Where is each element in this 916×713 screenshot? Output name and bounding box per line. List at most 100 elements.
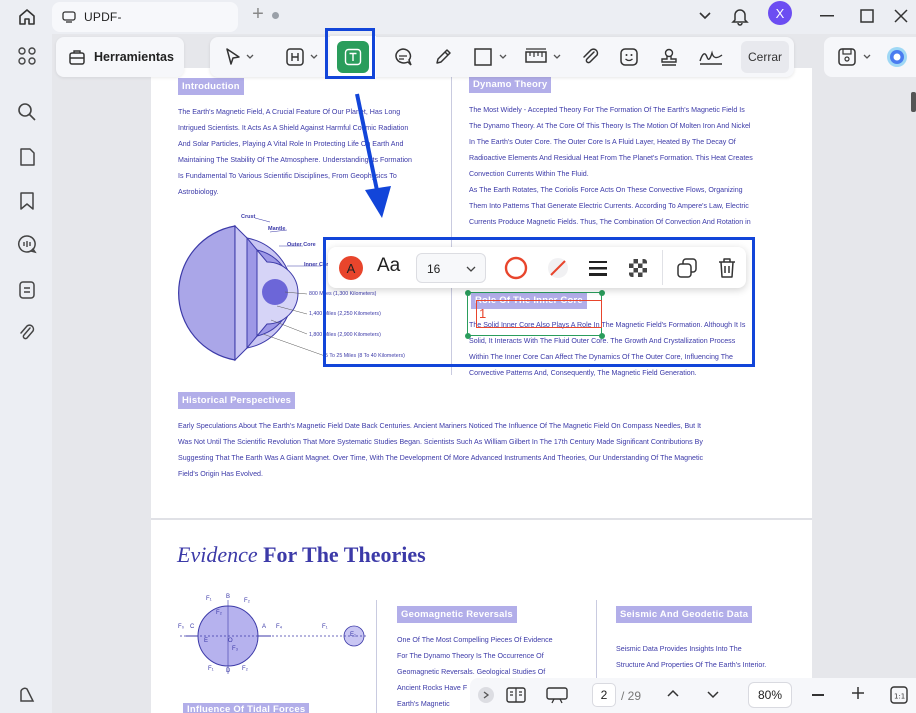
ruler-icon xyxy=(525,48,561,63)
chevron-up-icon xyxy=(667,689,679,697)
next-page-button[interactable] xyxy=(706,690,720,700)
document-tab[interactable]: UPDF- xyxy=(52,2,279,32)
presentation-icon xyxy=(546,687,568,704)
force-label: F₂ xyxy=(242,666,248,672)
bell-icon[interactable] xyxy=(725,2,755,30)
text-line: Was Not Until The Scientific Revolution … xyxy=(178,438,703,446)
comment-tool-button[interactable] xyxy=(388,43,418,71)
ai-assistant-button[interactable] xyxy=(882,43,912,71)
attachment-list-icon[interactable] xyxy=(14,277,40,303)
previous-page-button[interactable] xyxy=(666,688,680,698)
chevron-down-icon[interactable] xyxy=(690,2,720,30)
tidal-forces-heading: Influence Of Tidal Forces xyxy=(183,703,310,713)
force-label: F₂ xyxy=(216,610,222,616)
stamp-icon xyxy=(661,48,677,66)
text-line: The Dynamo Theory. At The Core Of This T… xyxy=(469,122,751,130)
current-page-input[interactable]: 2 xyxy=(592,683,616,707)
pages-icon[interactable] xyxy=(14,144,40,170)
dynamo-theory-heading: Dynamo Theory xyxy=(469,76,552,93)
text-line: Suggesting That The Earth Was A Giant Ma… xyxy=(178,454,704,462)
text-line: Astrobiology. xyxy=(178,188,219,196)
force-label: F₁ xyxy=(208,666,214,672)
force-label: O xyxy=(228,638,233,644)
fit-icon: 1:1 xyxy=(890,686,908,704)
document-tab-icon xyxy=(62,11,76,23)
fit-page-button[interactable]: 1:1 xyxy=(890,686,908,704)
force-diagram: F₁ B F₂ F₂ C F₀ E A F₄ O F₃ F₁ D F₂ F₁ E… xyxy=(176,594,376,680)
svg-text:1:1: 1:1 xyxy=(894,693,905,701)
comment-icon xyxy=(395,48,412,66)
annotation-toolbar: Cerrar xyxy=(210,36,794,78)
comments-icon[interactable] xyxy=(14,231,40,257)
new-tab-button[interactable]: + xyxy=(248,4,268,24)
toolbar-highlight-box xyxy=(323,237,755,367)
rectangle-icon xyxy=(474,48,507,66)
zoom-out-button[interactable] xyxy=(812,694,824,696)
force-label: C xyxy=(190,624,195,630)
text-line: For The Dynamo Theory Is The Occurrence … xyxy=(397,652,544,660)
sticker-icon xyxy=(620,48,638,66)
minimize-button[interactable] xyxy=(812,2,842,30)
home-icon[interactable] xyxy=(10,3,44,31)
evidence-title-bold: For The Theories xyxy=(263,542,426,567)
document-tab-title: UPDF- xyxy=(84,10,122,24)
close-toolbar-button[interactable]: Cerrar xyxy=(741,41,789,73)
geomagnetic-heading: Geomagnetic Reversals xyxy=(397,606,517,623)
reading-mode-button[interactable] xyxy=(506,686,526,704)
measure-tool-button[interactable] xyxy=(522,43,566,71)
mantle-label: Mantle xyxy=(268,226,286,232)
left-sidebar xyxy=(0,34,52,713)
text-line: One Of The Most Compelling Pieces Of Evi… xyxy=(397,636,553,644)
bookmark-icon[interactable] xyxy=(14,188,40,214)
tools-button[interactable]: Herramientas xyxy=(56,37,184,77)
sticker-tool-button[interactable] xyxy=(614,43,644,71)
text-line: Is Fundamental To Various Scientific Dis… xyxy=(178,172,397,180)
paperclip-icon[interactable] xyxy=(14,320,40,346)
column-divider xyxy=(376,600,377,713)
zoom-level[interactable]: 80% xyxy=(748,682,792,708)
historical-text: Early Speculations About The Earth's Mag… xyxy=(178,418,798,482)
page-separator xyxy=(151,518,812,520)
stamp-tool-button[interactable] xyxy=(654,43,684,71)
outer-core-label: Outer Core xyxy=(287,242,316,248)
highlight-tool-button[interactable] xyxy=(282,43,326,71)
text-line: As The Earth Rotates, The Coriolis Force… xyxy=(469,186,743,194)
presentation-button[interactable] xyxy=(546,686,568,704)
text-line: Structure And Properties Of The Earth's … xyxy=(616,661,767,669)
save-icon xyxy=(838,48,871,66)
zoom-in-button[interactable] xyxy=(851,686,865,700)
ai-assistant-icon xyxy=(887,47,907,67)
introduction-heading: Introduction xyxy=(178,78,244,95)
text-line: Radioactive Elements And Residual Heat F… xyxy=(469,154,753,162)
force-label: F₂ xyxy=(244,598,250,604)
search-icon[interactable] xyxy=(14,99,40,125)
select-tool-button[interactable] xyxy=(220,43,260,71)
text-line: Them Into Patterns That Generate Electri… xyxy=(469,202,749,210)
text-line: Convection Currents Within The Fluid. xyxy=(469,170,589,178)
text-line: Maintaining The Stability Of The Atmosph… xyxy=(178,156,412,164)
maximize-button[interactable] xyxy=(852,2,882,30)
evidence-title: Evidence For The Theories xyxy=(177,542,426,568)
vertical-scrollbar[interactable] xyxy=(911,92,916,112)
force-label: D xyxy=(226,668,231,674)
attach-tool-button[interactable] xyxy=(576,43,606,71)
force-label: F₃ xyxy=(232,646,239,652)
chevron-down-icon xyxy=(707,691,719,699)
save-button[interactable] xyxy=(834,43,878,71)
force-label: F₁ xyxy=(322,624,328,630)
layers-icon[interactable] xyxy=(14,682,40,708)
force-label: E xyxy=(204,638,209,644)
signature-icon xyxy=(699,50,723,65)
crust-label: Crust xyxy=(241,214,256,220)
shape-tool-button[interactable] xyxy=(470,43,514,71)
apps-icon[interactable] xyxy=(14,43,40,69)
force-label: A xyxy=(262,624,267,630)
signature-tool-button[interactable] xyxy=(694,43,728,71)
book-icon xyxy=(506,687,526,703)
avatar[interactable]: X xyxy=(768,1,792,25)
text-line: The Earth's Magnetic Field, A Crucial Fe… xyxy=(178,108,401,116)
close-window-button[interactable] xyxy=(886,2,916,30)
tool-highlight-box xyxy=(325,28,375,79)
pencil-tool-button[interactable] xyxy=(428,43,458,71)
expand-button[interactable] xyxy=(478,687,494,703)
